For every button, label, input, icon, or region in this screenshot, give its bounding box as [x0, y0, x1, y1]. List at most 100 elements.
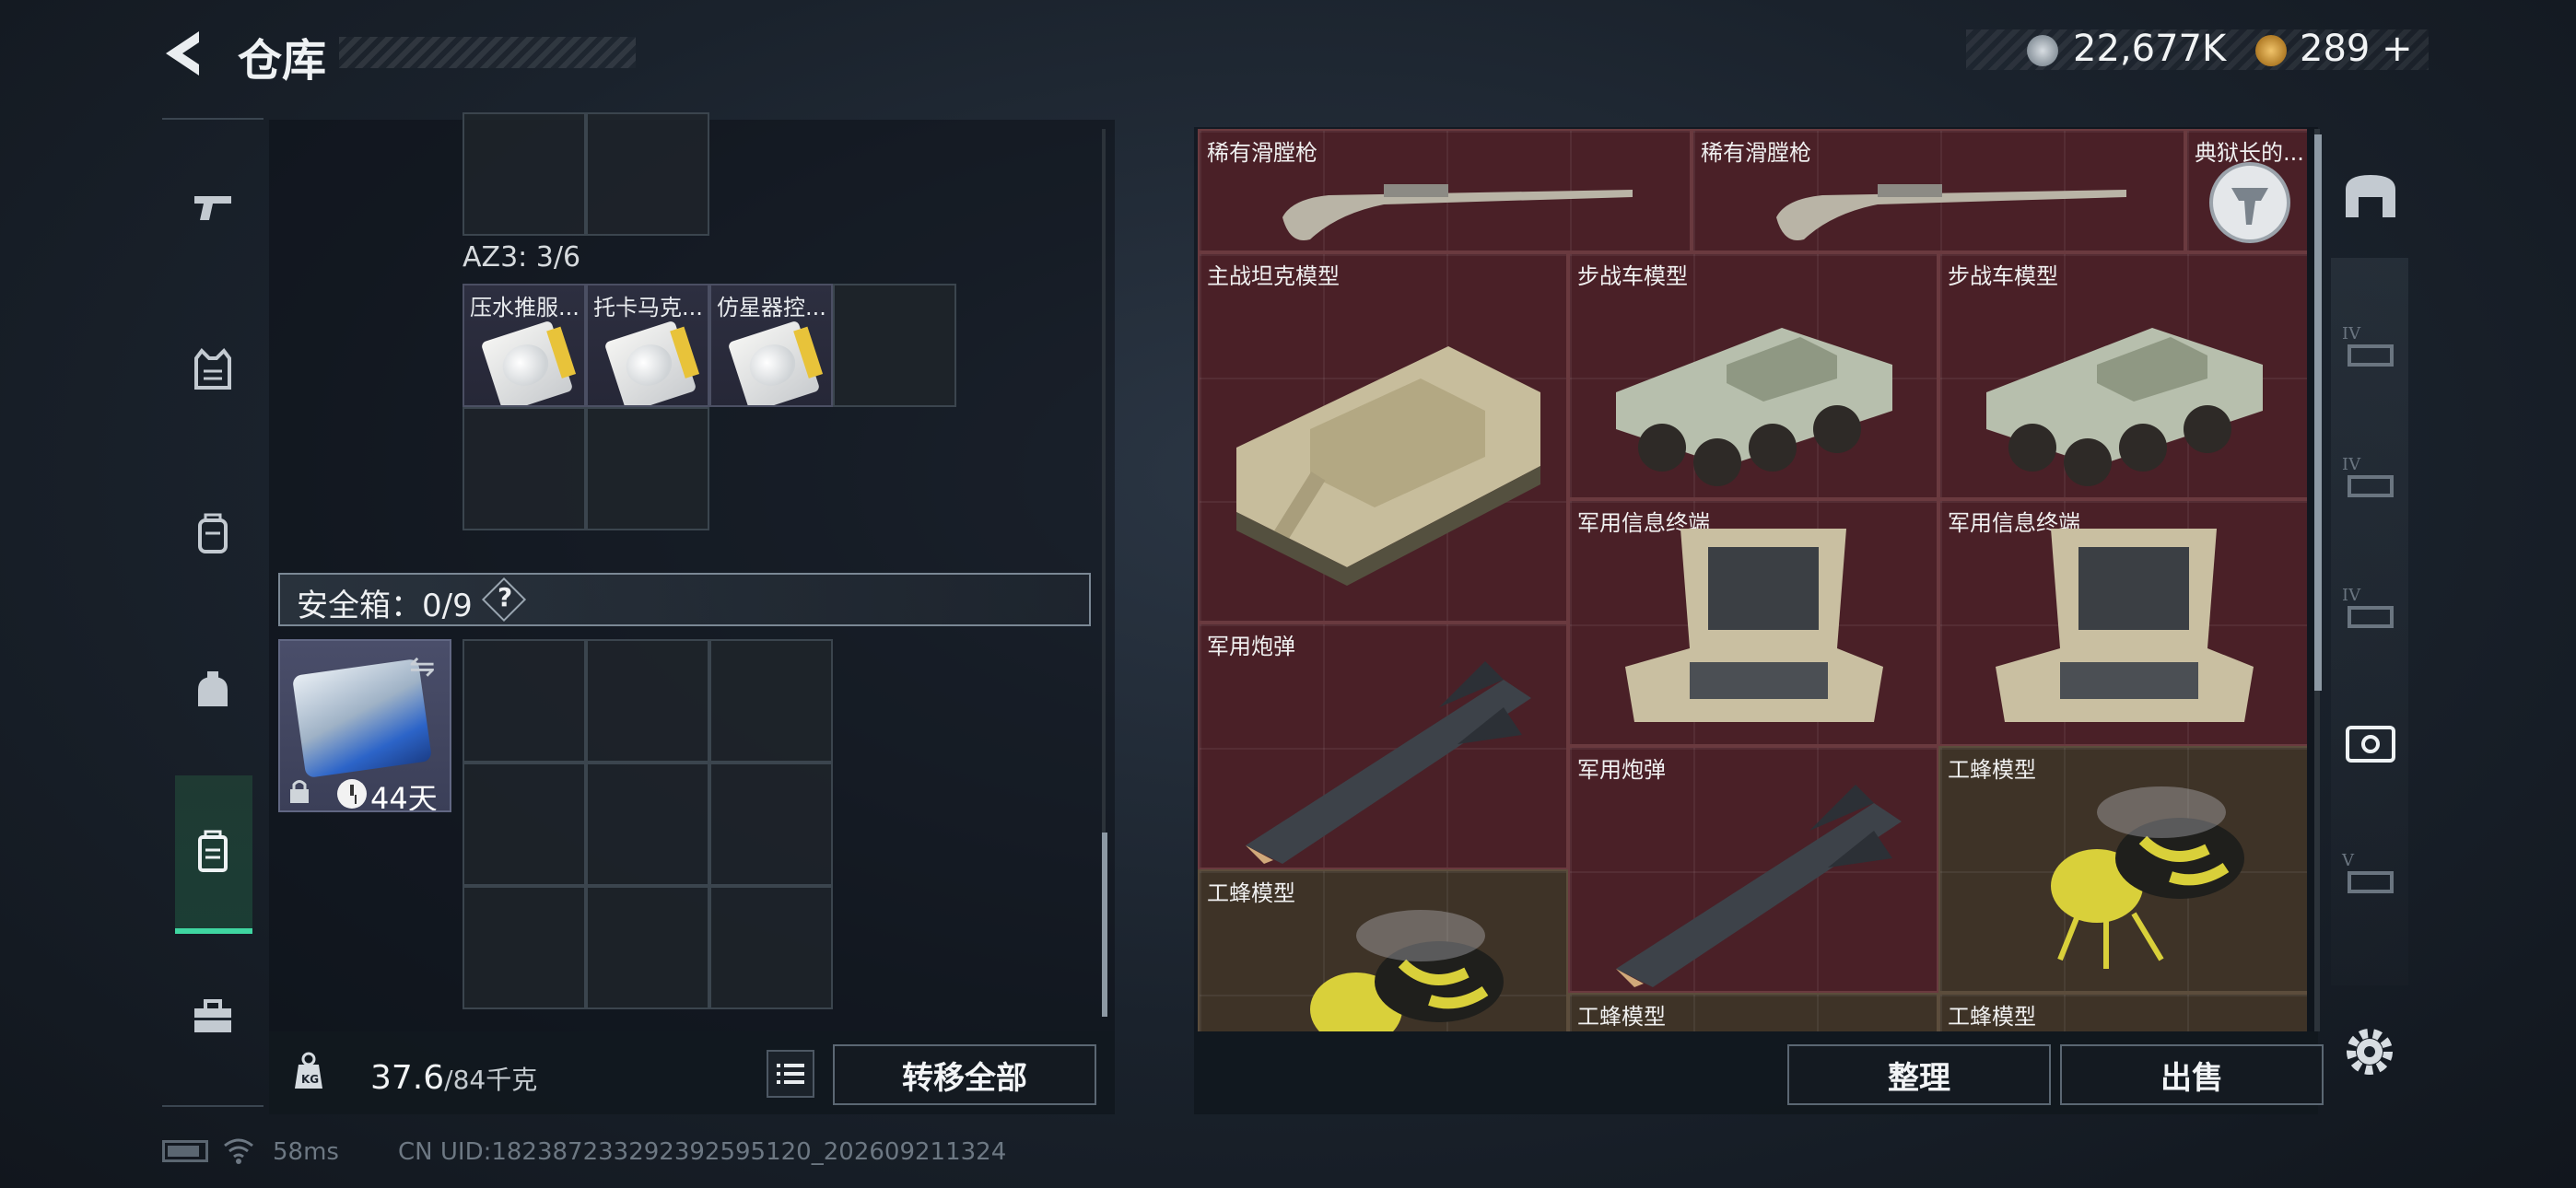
warehouse-item[interactable]: 步战车模型 [1938, 252, 2307, 499]
title-decoration [339, 37, 636, 68]
sort-button[interactable]: 整理 [1787, 1044, 2051, 1105]
item-name: 工蜂模型 [1577, 1004, 1666, 1030]
tier-label: IV [2342, 455, 2361, 474]
stash-item[interactable]: 仿星器控... [709, 284, 833, 407]
warehouse-item[interactable]: 工蜂模型 [1938, 746, 2307, 993]
warehouse-item[interactable]: 步战车模型 [1568, 252, 1938, 499]
grid-slot[interactable] [586, 112, 709, 236]
wasp-model-image [2051, 786, 2244, 969]
ifv-model-image [1616, 328, 1892, 486]
warehouse-item[interactable]: 军用信息终端 [1568, 499, 1938, 746]
list-icon [777, 1064, 804, 1084]
item-name: 仿星器控... [717, 295, 826, 320]
grid-slot[interactable] [709, 639, 833, 763]
warehouse-item[interactable]: 稀有滑膛枪 [1198, 129, 1692, 252]
tank-model-image [1236, 346, 1540, 586]
gold-amount[interactable]: 289 + [2300, 28, 2413, 70]
weight-readout: 37.6/84千克 [370, 1059, 537, 1097]
grid-slot[interactable] [586, 886, 709, 1009]
artillery-shell-image [1616, 785, 1902, 987]
settings-gear-icon[interactable] [2340, 1022, 2399, 1081]
weight-max: /84千克 [444, 1065, 538, 1095]
grid-slot[interactable] [709, 763, 833, 886]
item-name: 步战车模型 [1577, 263, 1688, 289]
terminal-image [1625, 529, 1883, 722]
sidebar-item-backpack[interactable] [181, 501, 245, 565]
sidebar-item-helmet-bag[interactable] [181, 658, 245, 722]
item-name: 压水推服... [470, 295, 580, 320]
list-view-button[interactable] [767, 1050, 814, 1098]
warehouse-item[interactable]: 主战坦克模型 [1198, 252, 1568, 623]
warehouse-item[interactable]: 工蜂模型 [1198, 869, 1568, 1031]
warehouse-item[interactable]: 工蜂模型 [1938, 993, 2307, 1031]
toolbox-icon [194, 999, 231, 1032]
tier-label: IV [2342, 586, 2361, 605]
warehouse-item[interactable]: 军用信息终端 [1938, 499, 2307, 746]
sidebar-item-weapons[interactable] [181, 175, 245, 239]
item-image [480, 320, 574, 405]
silver-amount: 22,677K [2073, 28, 2227, 70]
silver-coin-icon [2027, 35, 2058, 66]
uid-readout: CN UID:1823872332923925951​20_2026092113… [398, 1138, 1007, 1166]
item-image [603, 320, 697, 405]
bag-icon [198, 671, 228, 706]
grid-slot[interactable] [586, 407, 709, 530]
weight-value: 37.6 [370, 1059, 445, 1097]
grid-slot[interactable] [586, 639, 709, 763]
warehouse-tab-3[interactable]: IV [2331, 571, 2410, 645]
grid-slot[interactable] [833, 284, 956, 407]
grid-slot[interactable] [709, 886, 833, 1009]
page-title: 仓库 [238, 35, 327, 87]
warehouse-item[interactable]: 稀有滑膛枪 [1692, 129, 2185, 252]
swap-icon[interactable]: ⇋ [409, 648, 436, 685]
vest-icon [194, 347, 231, 390]
grid-slot[interactable] [463, 112, 586, 236]
svg-text:KG: KG [301, 1073, 319, 1086]
wifi-icon [224, 1138, 253, 1164]
transfer-all-button[interactable]: 转移全部 [833, 1044, 1096, 1105]
warehouse-scrollbar-thumb[interactable] [2314, 134, 2322, 691]
artillery-shell-image [1246, 661, 1531, 864]
container-label: AZ3: 3/6 [463, 241, 581, 274]
add-gold-icon[interactable]: + [2382, 28, 2413, 70]
wasp-model-image [1310, 910, 1504, 1031]
warehouse-icon [2346, 175, 2395, 217]
warehouse-item[interactable]: 典狱长的... [2185, 129, 2307, 252]
terminal-image [1996, 529, 2254, 722]
grid-slot[interactable] [463, 886, 586, 1009]
storage-shelf-icon: V [2341, 851, 2394, 893]
warehouse-tab-1[interactable]: IV [2331, 309, 2410, 383]
help-icon-glyph: ? [498, 582, 513, 612]
stash-scrollbar-thumb[interactable] [1102, 833, 1107, 1017]
warehouse-tab-2[interactable]: IV [2331, 440, 2410, 514]
back-arrow-icon[interactable] [162, 28, 210, 79]
warehouse-grid: 稀有滑膛枪 稀有滑膛枪 典狱长的... 主战坦克模型 步战车模型 步战车模型 军… [1198, 129, 2307, 1031]
grid-slot[interactable] [463, 407, 586, 530]
safe-box-label: 安全箱：0/9 [297, 588, 473, 624]
grid-slot[interactable] [463, 763, 586, 886]
stash-item[interactable]: 压水推服... [463, 284, 586, 407]
sidebar-item-container[interactable] [181, 820, 245, 884]
warehouse-item[interactable]: 军用炮弹 [1198, 623, 1568, 869]
item-name: 步战车模型 [1948, 263, 2058, 289]
warehouse-item[interactable]: 军用炮弹 [1568, 746, 1938, 993]
warehouse-home-tab[interactable] [2331, 158, 2410, 232]
warehouse-item[interactable]: 工蜂模型 [1568, 993, 1938, 1031]
grid-slot[interactable] [586, 763, 709, 886]
sidebar-item-armor[interactable] [181, 337, 245, 402]
ping-readout: 58ms [273, 1138, 339, 1166]
item-name: 主战坦克模型 [1207, 263, 1340, 289]
warehouse-tab-5[interactable]: V [2331, 836, 2410, 910]
item-image [727, 320, 821, 405]
storage-shelf-icon: IV [2342, 324, 2394, 367]
stash-item[interactable]: 托卡马克... [586, 284, 709, 407]
sidebar-item-toolbox[interactable] [181, 984, 245, 1048]
tier-label: IV [2342, 324, 2361, 344]
grid-slot[interactable] [463, 639, 586, 763]
item-name: 托卡马克... [593, 295, 703, 320]
sell-button[interactable]: 出售 [2060, 1044, 2324, 1105]
warehouse-tab-active[interactable] [2331, 705, 2410, 779]
item-name: 工蜂模型 [1948, 1004, 2036, 1030]
safe-box-item[interactable]: ⇋ 44天 [278, 639, 451, 812]
musket-image [1776, 184, 2126, 240]
